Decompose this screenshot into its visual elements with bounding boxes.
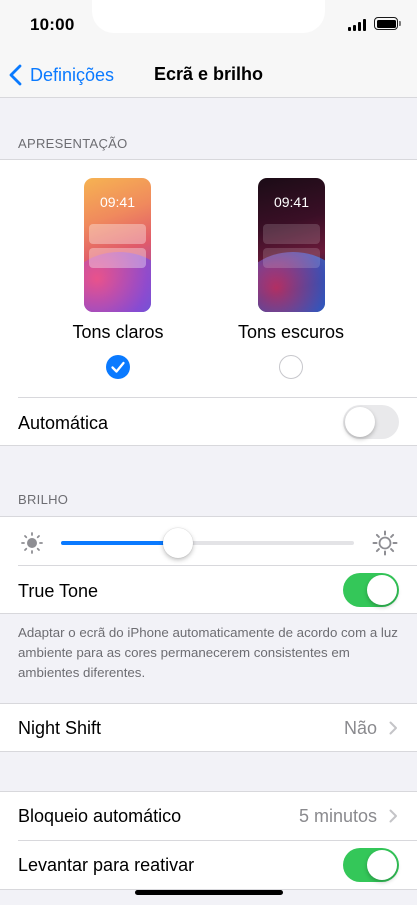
- true-tone-label: True Tone: [18, 581, 99, 601]
- night-shift-label: Night Shift: [18, 718, 102, 738]
- brightness-group: True Tone: [0, 516, 417, 614]
- appearance-group: 09:41 Tons claros 09:41 Tons escuros Aut…: [0, 159, 417, 446]
- dark-mode-preview[interactable]: 09:41: [258, 178, 325, 312]
- automatic-label: Automática: [18, 413, 109, 433]
- auto-lock-label: Bloqueio automático: [18, 806, 182, 826]
- page-title: Ecrã e brilho: [153, 64, 264, 84]
- sun-large-icon: [372, 530, 398, 556]
- light-mode-checkmark[interactable]: [106, 355, 130, 379]
- dark-mode-radio[interactable]: [279, 355, 303, 379]
- home-indicator: [135, 890, 283, 895]
- true-tone-toggle[interactable]: [343, 573, 399, 607]
- signal-icon: [348, 19, 368, 31]
- chevron-right-icon: [389, 721, 397, 735]
- automatic-toggle[interactable]: [343, 405, 399, 439]
- light-mode-preview[interactable]: 09:41: [84, 178, 151, 312]
- sun-small-icon: [21, 532, 43, 554]
- night-shift-value: Não: [343, 718, 377, 738]
- section-header-appearance: APRESENTAÇÃO: [18, 136, 128, 151]
- status-bar: 10:00: [0, 0, 417, 50]
- brightness-slider-knob[interactable]: [163, 528, 194, 558]
- preview-time: 09:41: [273, 194, 310, 210]
- brightness-slider-fill: [61, 541, 179, 545]
- notch: [92, 0, 325, 33]
- preview-time: 09:41: [99, 194, 136, 210]
- lock-group: Bloqueio automático 5 minutos Levantar p…: [0, 791, 417, 890]
- navigation-bar: Definições Ecrã e brilho: [0, 50, 417, 98]
- settings-screen: 10:00 Definições Ecrã e brilho APRESENTA…: [0, 0, 417, 905]
- brightness-slider-track[interactable]: [61, 541, 354, 545]
- section-header-brightness: BRILHO: [18, 492, 69, 507]
- battery-icon: [374, 17, 401, 31]
- chevron-right-icon: [389, 809, 397, 823]
- raise-to-wake-label: Levantar para reativar: [18, 855, 195, 875]
- raise-to-wake-toggle[interactable]: [343, 848, 399, 882]
- dark-mode-label: Tons escuros: [237, 322, 345, 342]
- status-time: 10:00: [30, 15, 75, 34]
- checkmark-icon: [111, 361, 125, 373]
- night-shift-row[interactable]: Night Shift Não: [0, 703, 417, 752]
- true-tone-description: Adaptar o ecrã do iPhone automaticamente…: [18, 625, 398, 680]
- auto-lock-value: 5 minutos: [298, 806, 377, 826]
- light-mode-label: Tons claros: [72, 322, 164, 342]
